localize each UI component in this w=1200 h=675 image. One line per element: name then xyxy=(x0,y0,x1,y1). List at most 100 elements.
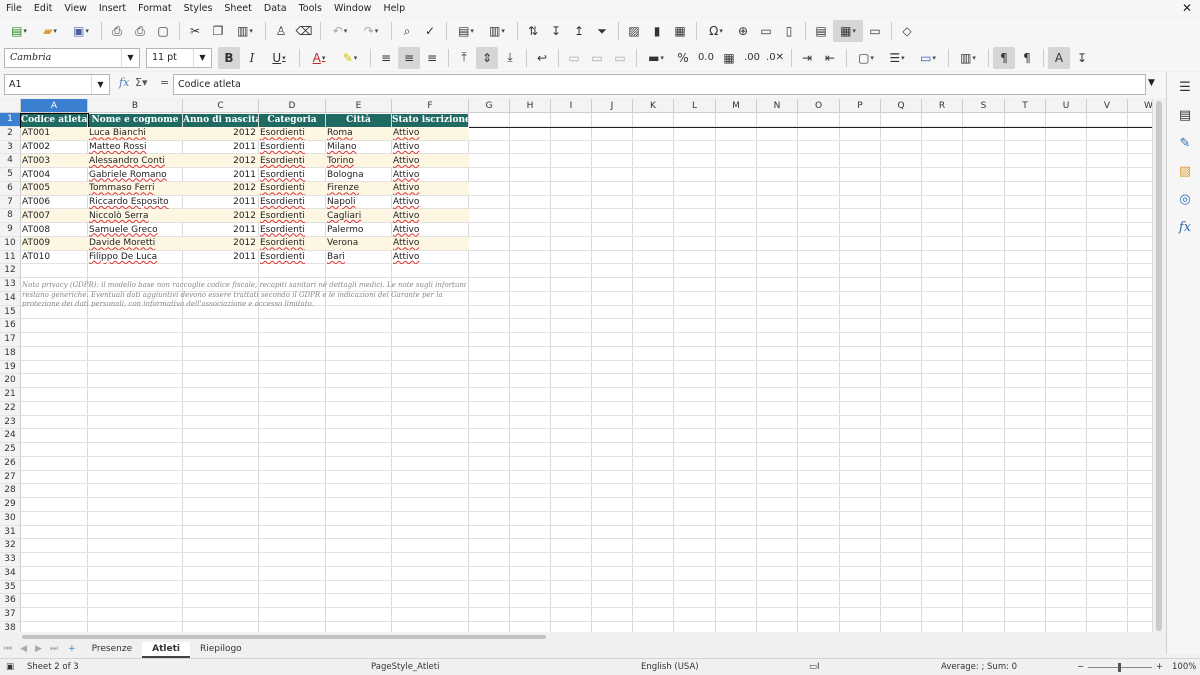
table-cell[interactable]: 2011 xyxy=(183,141,258,154)
table-cell[interactable]: Esordienti xyxy=(259,155,325,168)
column-header-t[interactable]: T xyxy=(1005,99,1046,113)
paste-icon[interactable]: ▥ xyxy=(230,20,260,42)
table-cell[interactable]: Esordienti xyxy=(259,169,325,182)
sheet-tab-atleti[interactable]: Atleti xyxy=(142,642,190,658)
vertical-scrollbar[interactable] xyxy=(1152,99,1166,632)
column-header-b[interactable]: B xyxy=(88,99,183,113)
sheet-tab-riepilogo[interactable]: Riepilogo xyxy=(190,642,252,658)
header-cell[interactable]: Città xyxy=(326,113,391,127)
sort-descending-icon[interactable]: ↥ xyxy=(568,20,590,42)
sort-icon[interactable]: ⇅ xyxy=(522,20,544,42)
table-cell[interactable]: Torino xyxy=(326,155,391,168)
row-header[interactable]: 36 xyxy=(0,594,21,608)
add-sheet-icon[interactable]: + xyxy=(62,642,82,658)
column-header-j[interactable]: J xyxy=(592,99,633,113)
unmerge-cells-icon[interactable]: ▭ xyxy=(609,47,631,69)
header-cell[interactable]: Stato iscrizione xyxy=(392,113,468,127)
column-header-v[interactable]: V xyxy=(1087,99,1128,113)
row-header[interactable]: 1 xyxy=(0,113,21,127)
underline-button[interactable]: U xyxy=(264,47,294,69)
comment-icon[interactable]: ▭ xyxy=(755,20,777,42)
table-cell[interactable]: AT009 xyxy=(21,237,87,250)
bold-button[interactable]: B xyxy=(218,46,240,69)
row-icon[interactable]: ▤ xyxy=(451,20,481,42)
column-header-u[interactable]: U xyxy=(1046,99,1087,113)
border-color-icon[interactable]: ▭ xyxy=(913,47,943,69)
header-cell[interactable]: Nome e cognome xyxy=(88,113,182,127)
header-footer-icon[interactable]: ▯ xyxy=(778,20,800,42)
text-direction-horizontal-icon[interactable]: A xyxy=(1048,46,1070,69)
row-header[interactable]: 10 xyxy=(0,236,21,251)
borders-icon[interactable]: ▢ xyxy=(851,47,881,69)
row-header[interactable]: 7 xyxy=(0,195,21,210)
column-header-h[interactable]: H xyxy=(510,99,551,113)
row-header[interactable]: 21 xyxy=(0,388,21,402)
zoom-out-icon[interactable]: − xyxy=(1077,662,1084,672)
delete-decimal-icon[interactable]: .0✕ xyxy=(764,47,786,69)
align-center-icon[interactable]: ≡ xyxy=(398,46,420,69)
pivot-table-icon[interactable]: ▦ xyxy=(669,20,691,42)
name-box[interactable]: A1 ▼ xyxy=(4,74,110,95)
column-header-n[interactable]: N xyxy=(757,99,798,113)
define-print-area-icon[interactable]: ▤ xyxy=(810,20,832,42)
align-right-icon[interactable]: ≡ xyxy=(421,47,443,69)
horizontal-scrollbar[interactable] xyxy=(0,632,1152,642)
first-sheet-icon[interactable]: ⏮ xyxy=(0,642,16,658)
row-header[interactable]: 20 xyxy=(0,374,21,388)
table-cell[interactable]: Bologna xyxy=(326,169,391,182)
new-document-icon[interactable]: ▤ xyxy=(4,20,34,42)
table-cell[interactable]: Luca Bianchi xyxy=(88,127,182,140)
row-header[interactable]: 37 xyxy=(0,608,21,622)
functions-icon[interactable]: fx xyxy=(1176,218,1194,236)
zoom-slider-handle[interactable] xyxy=(1118,663,1121,672)
table-cell[interactable]: Esordienti xyxy=(259,127,325,140)
menu-view[interactable]: View xyxy=(58,0,93,17)
selection-summary[interactable]: Average: ; Sum: 0 xyxy=(941,662,1017,672)
row-header[interactable]: 14 xyxy=(0,291,21,306)
column-header-q[interactable]: Q xyxy=(881,99,922,113)
menu-edit[interactable]: Edit xyxy=(28,0,58,17)
properties-icon[interactable]: ▤ xyxy=(1176,106,1194,124)
menu-styles[interactable]: Styles xyxy=(178,0,219,17)
row-header[interactable]: 5 xyxy=(0,168,21,182)
sort-ascending-icon[interactable]: ↧ xyxy=(545,20,567,42)
header-cell[interactable]: Anno di nascita xyxy=(183,113,258,127)
row-header[interactable]: 25 xyxy=(0,443,21,457)
column-header-c[interactable]: C xyxy=(183,99,259,113)
selection-mode-icon[interactable]: ▭Ⅰ xyxy=(809,662,820,672)
table-cell[interactable]: Attivo xyxy=(392,224,468,237)
table-cell[interactable]: AT003 xyxy=(21,155,87,168)
column-icon[interactable]: ▥ xyxy=(482,20,512,42)
chevron-down-icon[interactable]: ▼ xyxy=(91,75,109,94)
date-format-icon[interactable]: ▦ xyxy=(718,47,740,69)
cut-icon[interactable]: ✂ xyxy=(184,20,206,42)
column-header-i[interactable]: I xyxy=(551,99,592,113)
freeze-rows-columns-icon[interactable]: ▦ xyxy=(833,20,863,42)
expand-formula-icon[interactable]: ▼ xyxy=(1148,78,1155,88)
row-header[interactable]: 18 xyxy=(0,346,21,361)
table-cell[interactable]: AT002 xyxy=(21,141,87,154)
table-cell[interactable]: Verona xyxy=(326,237,391,250)
redo-icon[interactable]: ↷ xyxy=(356,20,386,42)
font-size-box[interactable]: 11 pt ▼ xyxy=(146,47,212,68)
row-header[interactable]: 22 xyxy=(0,401,21,416)
show-draw-functions-icon[interactable]: ◇ xyxy=(896,20,918,42)
menu-format[interactable]: Format xyxy=(132,0,177,17)
table-cell[interactable]: Esordienti xyxy=(259,224,325,237)
table-cell[interactable]: Roma xyxy=(326,127,391,140)
center-vertically-icon[interactable]: ⇕ xyxy=(476,46,498,69)
column-header-o[interactable]: O xyxy=(798,99,840,113)
select-all-corner[interactable] xyxy=(0,99,21,113)
table-cell[interactable]: Davide Moretti xyxy=(88,237,182,250)
table-cell[interactable]: 2011 xyxy=(183,251,258,264)
clone-formatting-icon[interactable]: ♙ xyxy=(270,20,292,42)
add-decimal-icon[interactable]: .00 xyxy=(741,47,763,69)
text-direction-vertical-icon[interactable]: ↧ xyxy=(1071,47,1093,69)
row-header[interactable]: 19 xyxy=(0,360,21,375)
table-cell[interactable]: Firenze xyxy=(326,182,391,195)
column-header-f[interactable]: F xyxy=(392,99,469,113)
formula-icon[interactable]: = xyxy=(160,76,169,89)
close-icon[interactable]: ✕ xyxy=(1182,0,1192,17)
menu-data[interactable]: Data xyxy=(258,0,293,17)
row-header[interactable]: 16 xyxy=(0,319,21,333)
